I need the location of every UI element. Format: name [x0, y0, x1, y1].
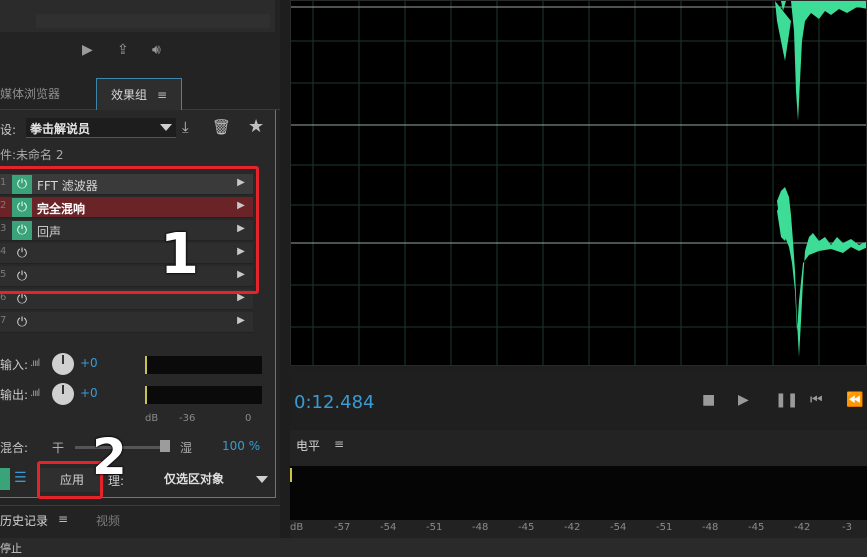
bottom-tabs: 历史记录 ≡ 视频 [0, 505, 280, 533]
input-meter [145, 356, 262, 374]
mix-row: 混合: 干 湿 100 % [0, 437, 270, 457]
scale-label: -45 [518, 522, 535, 533]
level-bars-icon: .ıııl [30, 358, 40, 369]
preview-transport: ▶ ⇪ 🔊︎ [0, 32, 280, 72]
play-icon[interactable]: ▶ [82, 42, 93, 58]
scale-label: -57 [334, 522, 351, 533]
play-icon[interactable]: ▶ [738, 392, 749, 408]
scale-label: -54 [380, 522, 397, 533]
scale-label: dB [290, 522, 304, 533]
annotation-box-1 [0, 166, 259, 294]
speaker-icon[interactable]: 🔊︎ [152, 42, 161, 58]
panel-menu-icon[interactable]: ≡ [334, 437, 344, 451]
input-row: 输入: .ıııl +0 [0, 352, 270, 376]
scale-label: -51 [426, 522, 443, 533]
preset-label: 设: [0, 123, 17, 137]
output-row: 输出: .ıııl +0 [0, 382, 270, 406]
chevron-down-icon [256, 476, 268, 483]
output-gain-value[interactable]: +0 [80, 386, 98, 400]
annotation-badge-1: 1 [160, 222, 199, 287]
waveform-graphic [291, 1, 866, 365]
output-meter [145, 386, 262, 404]
process-value: 仅选区对象 [164, 472, 225, 486]
tab-media-browser[interactable]: 媒体浏览器 [0, 78, 60, 110]
level-meter [290, 466, 867, 520]
panel-menu-icon[interactable]: ≡ [157, 88, 167, 102]
export-icon[interactable]: ⇪ [117, 42, 129, 58]
input-gain-knob[interactable] [52, 353, 74, 375]
preset-row: 设: 拳击解说员 ⤓ 🗑︎ ★ [0, 116, 276, 140]
input-gain-value[interactable]: +0 [80, 356, 98, 370]
pause-icon[interactable]: ❚❚ [775, 392, 798, 408]
waveform-display[interactable] [290, 0, 867, 366]
scale-label: -45 [748, 522, 765, 533]
output-label: 输出: [0, 388, 29, 402]
stop-icon[interactable]: ■ [702, 392, 715, 408]
scale-label: -54 [610, 522, 627, 533]
annotation-badge-2: 2 [92, 428, 127, 486]
slot-number: 7 [0, 315, 7, 326]
star-icon[interactable]: ★ [248, 116, 264, 137]
scale-label: -48 [472, 522, 489, 533]
scale-label: -48 [702, 522, 719, 533]
tab-history[interactable]: 历史记录 [0, 512, 48, 529]
mix-label: 混合: [0, 441, 29, 455]
mix-slider-thumb[interactable] [160, 440, 170, 452]
mix-value[interactable]: 100 % [222, 439, 260, 453]
status-text: 停止 [0, 542, 22, 555]
power-icon[interactable]: ⏻ [12, 313, 32, 332]
skip-back-icon[interactable]: ⏮ [810, 392, 823, 408]
mix-dry-label: 干 [52, 441, 65, 455]
scale-label: 0 [245, 413, 252, 424]
trash-icon[interactable]: 🗑︎ [212, 118, 231, 136]
status-bar: 停止 [0, 538, 867, 557]
panel-tabs: 媒体浏览器 效果组 ≡ [0, 78, 280, 110]
preset-dropdown[interactable]: 拳击解说员 [26, 118, 176, 138]
expand-arrow-icon[interactable]: ▶ [233, 315, 249, 326]
mix-wet-label: 湿 [180, 441, 193, 455]
input-label: 输入: [0, 358, 29, 372]
scale-label: -51 [656, 522, 673, 533]
scale-label: dB [145, 413, 159, 424]
save-preset-icon[interactable]: ⤓ [182, 118, 189, 136]
level-bars-icon: .ıııl [30, 388, 40, 399]
chevron-down-icon [160, 124, 172, 131]
scale-label: -42 [794, 522, 811, 533]
current-time[interactable]: 0:12.484 [294, 392, 375, 413]
list-icon[interactable]: ☰ [14, 470, 27, 486]
level-scale: dB -57 -54 -51 -48 -45 -42 -54 -51 -48 -… [290, 520, 867, 538]
levels-title: 电平 [296, 439, 321, 453]
effect-slot[interactable]: 7 ⏻ ▶ [0, 312, 253, 333]
process-dropdown[interactable]: 仅选区对象 [160, 470, 272, 490]
top-strip [0, 0, 275, 32]
tab-video[interactable]: 视频 [96, 512, 120, 529]
levels-panel: 电平 ≡ dB -57 -54 -51 -48 -45 -42 -54 -51 … [290, 430, 867, 538]
power-toggle[interactable] [0, 468, 10, 490]
rewind-icon[interactable]: ⏪ [846, 392, 863, 408]
panel-menu-icon[interactable]: ≡ [58, 512, 68, 526]
transport-bar: 0:12.484 ■ ▶ ❚❚ ⏮ ⏪ [290, 370, 867, 428]
scale-label: -36 [179, 413, 196, 424]
file-name: 件:未命名 2 [0, 148, 64, 162]
scale-label: -3 [842, 522, 852, 533]
media-scrollbar[interactable] [36, 14, 270, 28]
scale-label: -42 [564, 522, 581, 533]
preset-value: 拳击解说员 [30, 122, 91, 136]
tab-effects-group[interactable]: 效果组 ≡ [96, 78, 183, 110]
tab-effects-group-label: 效果组 [111, 88, 148, 102]
peak-indicator [290, 468, 292, 482]
output-gain-knob[interactable] [52, 383, 74, 405]
